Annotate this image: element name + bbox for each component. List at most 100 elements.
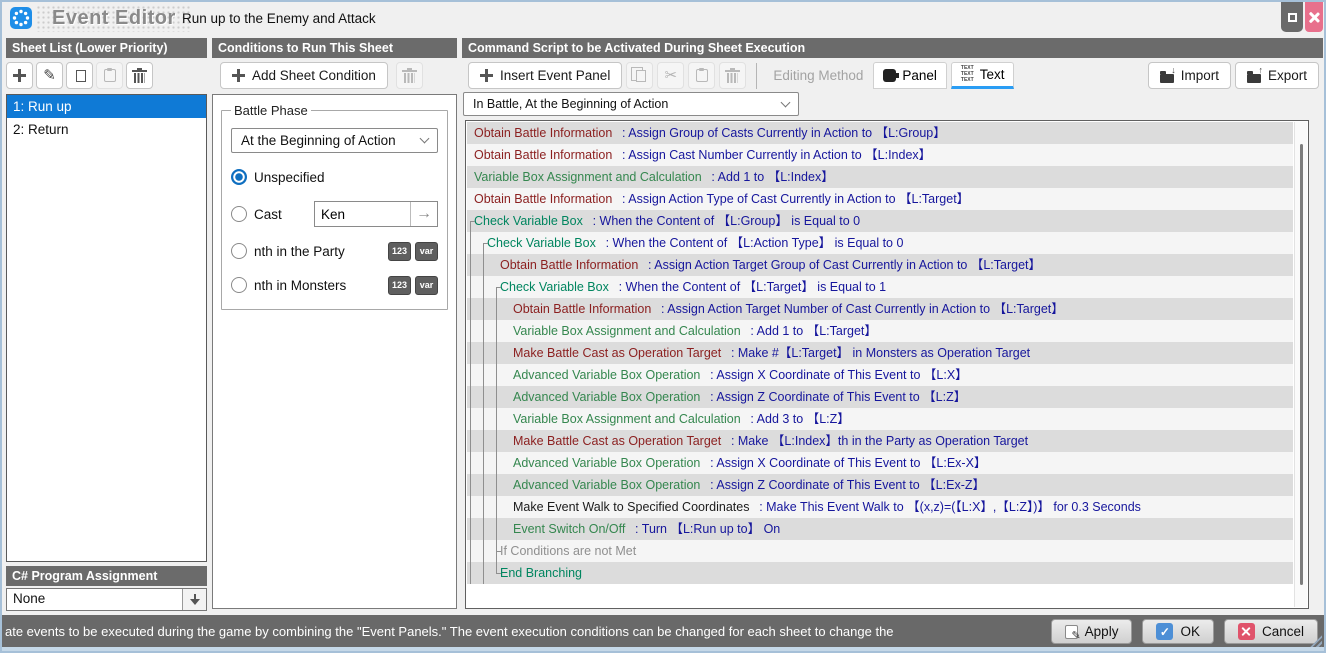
trigger-value: In Battle, At the Beginning of Action [473, 97, 668, 111]
number-input-button[interactable]: 123 [388, 242, 411, 261]
paste-icon [696, 69, 708, 82]
chevron-down-icon [420, 134, 430, 144]
scrollbar-thumb[interactable] [1300, 144, 1303, 585]
script-row[interactable]: Advanced Variable Box Operation : Assign… [467, 452, 1293, 474]
script-row[interactable]: Variable Box Assignment and Calculation … [467, 408, 1293, 430]
add-sheet-condition-button[interactable]: Add Sheet Condition [220, 62, 388, 89]
script-scrollbar[interactable] [1294, 122, 1307, 607]
branch-guide-line [470, 276, 471, 298]
branch-guide-line [496, 518, 497, 540]
add-sheet-button[interactable] [6, 62, 33, 89]
command-name: Make Battle Cast as Operation Target [513, 434, 721, 448]
delete-panel-button[interactable] [719, 62, 746, 89]
copy-panel-button[interactable] [626, 62, 653, 89]
script-row[interactable]: Obtain Battle Information : Assign Cast … [467, 144, 1293, 166]
option-row-unspecified: Unspecified [231, 167, 438, 187]
text-mode-button[interactable]: TEXTTEXTTEXT Text [951, 62, 1015, 89]
script-row[interactable]: Advanced Variable Box Operation : Assign… [467, 364, 1293, 386]
ok-button[interactable]: ✓ OK [1142, 619, 1214, 644]
command-name: Variable Box Assignment and Calculation [474, 170, 702, 184]
cast-name-input[interactable] [315, 202, 410, 226]
edit-sheet-button[interactable]: ✎ [36, 62, 63, 89]
cancel-button[interactable]: Cancel [1224, 619, 1318, 644]
script-row[interactable]: Make Battle Cast as Operation Target : M… [467, 342, 1293, 364]
branch-guide-line [496, 430, 497, 452]
battle-phase-dropdown[interactable]: At the Beginning of Action [231, 128, 438, 153]
paste-panel-button[interactable] [688, 62, 715, 89]
command-parameters: : Assign Z Coordinate of This Event to 【… [700, 390, 966, 404]
cut-panel-button[interactable]: ✂ [657, 62, 684, 89]
trigger-dropdown[interactable]: In Battle, At the Beginning of Action [463, 92, 799, 116]
conditions-header: Conditions to Run This Sheet [212, 38, 457, 58]
script-row[interactable]: Obtain Battle Information : Assign Actio… [467, 188, 1293, 210]
scissors-icon: ✂ [665, 68, 678, 83]
script-row[interactable]: Check Variable Box : When the Content of… [467, 276, 1293, 298]
branch-guide-line [496, 452, 497, 474]
sheet-list-item[interactable]: 1: Run up [7, 95, 206, 118]
script-row[interactable]: If Conditions are not Met [467, 540, 1293, 562]
option-row-cast: Cast → [231, 201, 438, 227]
arrow-right-icon: → [416, 205, 432, 223]
sheet-list-item[interactable]: 2: Return [7, 118, 206, 141]
branch-guide-line [483, 408, 484, 430]
command-name: Advanced Variable Box Operation [513, 478, 700, 492]
radio-label-cast: Cast [254, 207, 282, 222]
branch-marker-line [483, 243, 484, 254]
add-sheet-condition-label: Add Sheet Condition [252, 68, 376, 83]
script-row[interactable]: Variable Box Assignment and Calculation … [467, 166, 1293, 188]
command-parameters: : Make 【L:Index】th in the Party as Opera… [721, 434, 1028, 448]
radio-nth-party[interactable] [231, 243, 247, 259]
import-button[interactable]: ↓ Import [1148, 62, 1231, 89]
csharp-program-dropdown[interactable]: None [6, 588, 207, 611]
cast-picker-button[interactable]: → [410, 202, 437, 226]
export-button[interactable]: ↑ Export [1235, 62, 1319, 89]
insert-event-panel-button[interactable]: Insert Event Panel [468, 62, 622, 89]
command-parameters: : Turn 【L:Run up to】 On [625, 522, 780, 536]
branch-guide-line [483, 496, 484, 518]
command-parameters: : When the Content of 【L:Group】 is Equal… [583, 214, 860, 228]
chevron-down-icon [781, 97, 791, 107]
window-subtitle: Run up to the Enemy and Attack [182, 2, 376, 34]
battle-phase-group: Battle Phase At the Beginning of Action … [221, 103, 448, 310]
branch-guide-line [470, 254, 471, 276]
maximize-button[interactable] [1281, 2, 1303, 32]
close-button[interactable] [1305, 2, 1323, 32]
script-row[interactable]: Advanced Variable Box Operation : Assign… [467, 386, 1293, 408]
script-row[interactable]: Make Battle Cast as Operation Target : M… [467, 430, 1293, 452]
script-row[interactable]: Obtain Battle Information : Assign Actio… [467, 298, 1293, 320]
sheet-list[interactable]: 1: Run up2: Return [6, 94, 207, 562]
script-row[interactable]: Variable Box Assignment and Calculation … [467, 320, 1293, 342]
csharp-dropdown-button[interactable] [182, 589, 206, 610]
script-row[interactable]: Obtain Battle Information : Assign Group… [467, 122, 1293, 144]
variable-input-button[interactable]: var [415, 276, 438, 295]
toolbar-separator [756, 63, 757, 89]
command-name: Obtain Battle Information [500, 258, 638, 272]
branch-guide-line [470, 408, 471, 430]
sheet-list-toolbar: ✎ [6, 62, 153, 89]
conditions-panel: Battle Phase At the Beginning of Action … [212, 94, 457, 609]
apply-button[interactable]: Apply [1051, 619, 1133, 644]
variable-input-button[interactable]: var [415, 242, 438, 261]
panel-mode-button[interactable]: Panel [873, 62, 947, 89]
trash-icon [134, 73, 145, 83]
script-row[interactable]: Check Variable Box : When the Content of… [467, 232, 1293, 254]
script-row[interactable]: Make Event Walk to Specified Coordinates… [467, 496, 1293, 518]
script-row[interactable]: Advanced Variable Box Operation : Assign… [467, 474, 1293, 496]
command-parameters: : Assign Action Target Number of Cast Cu… [651, 302, 1063, 316]
delete-condition-button[interactable] [396, 62, 423, 89]
number-input-button[interactable]: 123 [388, 276, 411, 295]
battle-phase-legend: Battle Phase [231, 103, 311, 118]
script-row[interactable]: Event Switch On/Off : Turn 【L:Run up to】… [467, 518, 1293, 540]
copy-sheet-button[interactable] [66, 62, 93, 89]
down-arrow-icon: ↓ [1171, 65, 1176, 75]
radio-cast[interactable] [231, 206, 247, 222]
radio-nth-monsters[interactable] [231, 277, 247, 293]
branch-guide-line [470, 452, 471, 474]
delete-sheet-button[interactable] [126, 62, 153, 89]
script-row[interactable]: End Branching [467, 562, 1293, 584]
script-row[interactable]: Obtain Battle Information : Assign Actio… [467, 254, 1293, 276]
script-row[interactable]: Check Variable Box : When the Content of… [467, 210, 1293, 232]
radio-unspecified[interactable] [231, 169, 247, 185]
paste-sheet-button[interactable] [96, 62, 123, 89]
branch-guide-line [470, 320, 471, 342]
